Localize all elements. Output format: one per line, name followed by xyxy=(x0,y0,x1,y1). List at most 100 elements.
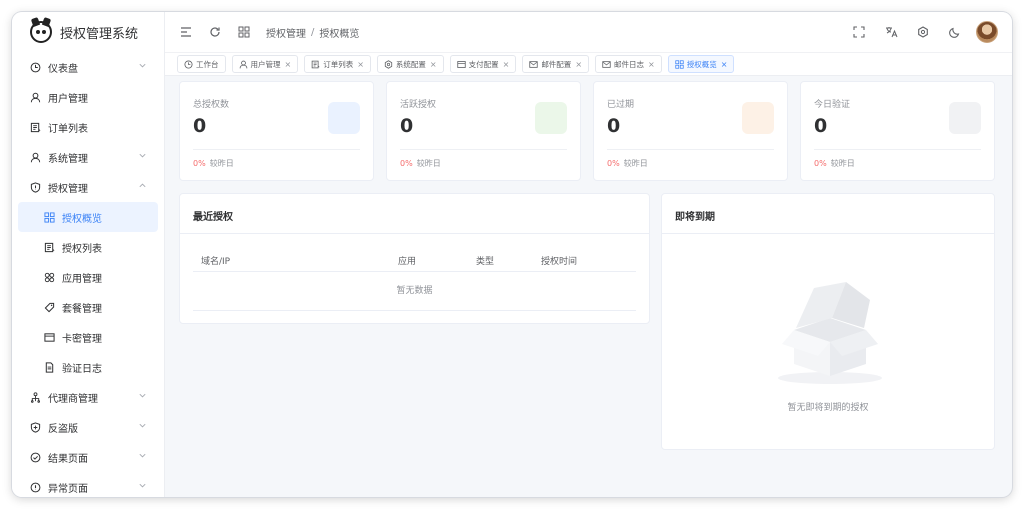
recent-auth-panel: 最近授权 域名/IP 应用 类型 授权时间 暂无数据 xyxy=(179,193,650,324)
sidebar-item-label: 系统管理 xyxy=(48,153,88,165)
grid-icon xyxy=(675,59,684,69)
stat-compare-label: 较昨日 xyxy=(830,159,855,168)
tab-1[interactable]: 用户管理 × xyxy=(231,55,299,73)
tab-close-icon[interactable]: × xyxy=(721,60,728,69)
sidebar-item-10[interactable]: 验证日志 xyxy=(12,352,164,382)
sidebar-item-label: 仪表盘 xyxy=(48,63,78,75)
chevron-down-icon xyxy=(138,451,148,461)
breadcrumb-item-parent[interactable]: 授权管理 xyxy=(266,25,306,40)
sidebar-item-label: 异常页面 xyxy=(48,483,88,495)
stat-card-0: 总授权数 0 0% 较昨日 xyxy=(179,81,374,181)
tab-label: 系统配置 xyxy=(395,59,426,69)
stat-icon-box xyxy=(535,102,567,134)
stat-value: 0 xyxy=(400,115,414,137)
header-actions xyxy=(834,21,998,43)
top-header: 授权管理 / 授权概览 xyxy=(165,12,1012,52)
stat-footer: 0% 较昨日 xyxy=(607,158,648,169)
mail-icon xyxy=(602,60,611,69)
tab-label: 工作台 xyxy=(196,59,219,69)
stat-divider xyxy=(814,149,981,150)
sidebar-item-12[interactable]: 反盗版 xyxy=(12,412,164,442)
sidebar-item-2[interactable]: 订单列表 xyxy=(12,112,164,142)
user-icon xyxy=(29,151,41,163)
tab-5[interactable]: 邮件配置 × xyxy=(522,55,590,73)
sidebar-item-14[interactable]: 异常页面 xyxy=(12,472,164,497)
chevron-up-icon xyxy=(138,181,148,191)
column-domain: 域名/IP xyxy=(201,257,231,267)
settings-gear-icon[interactable] xyxy=(916,25,930,39)
empty-box-icon xyxy=(778,282,882,384)
sidebar-item-4[interactable]: 授权管理 xyxy=(12,172,164,202)
stat-card-1: 活跃授权 0 0% 较昨日 xyxy=(386,81,581,181)
tab-2[interactable]: 订单列表 × xyxy=(304,55,371,73)
user-icon xyxy=(239,60,248,69)
stat-divider xyxy=(193,149,360,150)
list-icon xyxy=(311,60,320,69)
stat-label: 总授权数 xyxy=(193,100,230,110)
stat-compare-label: 较昨日 xyxy=(623,159,648,168)
stat-icon-box xyxy=(949,102,981,134)
sidebar-menu: 仪表盘用户管理订单列表系统管理授权管理授权概览授权列表 应用管理 套餐管理卡密管理验… xyxy=(12,52,164,497)
info-circle-icon xyxy=(29,481,41,493)
sidebar-item-5[interactable]: 授权概览 xyxy=(18,202,158,232)
stat-change-percent: 0% xyxy=(607,159,620,168)
tab-close-icon[interactable]: × xyxy=(430,60,437,69)
sidebar-item-3[interactable]: 系统管理 xyxy=(12,142,164,172)
tab-close-icon[interactable]: × xyxy=(575,60,582,69)
sidebar-item-label: 授权概览 xyxy=(62,213,102,225)
stat-value: 0 xyxy=(193,115,207,137)
column-auth-time: 授权时间 xyxy=(541,257,578,267)
stat-value: 0 xyxy=(607,115,621,137)
sidebar-item-9[interactable]: 卡密管理 xyxy=(12,322,164,352)
user-avatar[interactable] xyxy=(976,21,998,43)
grid-icon xyxy=(43,211,55,223)
stat-label: 今日验证 xyxy=(814,100,851,110)
stat-footer: 0% 较昨日 xyxy=(193,158,234,169)
tab-close-icon[interactable]: × xyxy=(503,60,510,69)
sidebar-item-label: 验证日志 xyxy=(62,363,102,375)
card-icon xyxy=(456,60,466,69)
mail-icon xyxy=(529,60,538,69)
stat-footer: 0% 较昨日 xyxy=(400,158,441,169)
tab-7[interactable]: 授权概览 × xyxy=(667,55,735,73)
sidebar-item-label: 授权管理 xyxy=(48,183,88,195)
sidebar-item-11[interactable]: 代理商管理 xyxy=(12,382,164,412)
grid-icon[interactable] xyxy=(237,25,251,39)
tab-4[interactable]: 支付配置 × xyxy=(449,55,517,73)
sidebar-item-8[interactable]: 套餐管理 xyxy=(12,292,164,322)
dark-mode-moon-icon[interactable] xyxy=(948,25,962,39)
sidebar-item-1[interactable]: 用户管理 xyxy=(12,82,164,112)
list-icon xyxy=(29,121,41,133)
fullscreen-icon[interactable] xyxy=(852,25,866,39)
sidebar-item-13[interactable]: 结果页面 xyxy=(12,442,164,472)
refresh-icon[interactable] xyxy=(208,25,222,39)
tab-0[interactable]: 工作台 xyxy=(177,55,226,73)
sidebar-item-7[interactable]: 应用管理 xyxy=(12,262,164,292)
sidebar-item-label: 卡密管理 xyxy=(62,333,102,345)
shield-icon xyxy=(29,181,41,193)
tab-3[interactable]: 系统配置 × xyxy=(376,55,444,73)
list-icon xyxy=(43,241,55,253)
tab-label: 邮件日志 xyxy=(614,59,645,69)
recent-auth-title: 最近授权 xyxy=(193,212,233,223)
app-window: 授权管理系统 仪表盘 用户管理 订单列表 系统管理 授权管理 授权概览 授权列表 应用管理 套餐… xyxy=(12,12,1012,497)
sidebar-item-label: 代理商管理 xyxy=(48,393,98,405)
chevron-down-icon xyxy=(138,481,148,491)
sidebar-item-0[interactable]: 仪表盘 xyxy=(12,52,164,82)
logo[interactable]: 授权管理系统 xyxy=(12,12,164,52)
sidebar-item-6[interactable]: 授权列表 xyxy=(12,232,164,262)
stat-divider xyxy=(400,149,567,150)
stat-label: 活跃授权 xyxy=(400,100,437,110)
org-icon xyxy=(29,391,41,403)
user-icon xyxy=(29,91,41,103)
table-empty-row: 暂无数据 xyxy=(193,276,636,311)
stat-icon-box xyxy=(328,102,360,134)
translate-icon[interactable] xyxy=(884,25,898,39)
tab-6[interactable]: 邮件日志 × xyxy=(595,55,662,73)
tab-close-icon[interactable]: × xyxy=(648,60,655,69)
tab-close-icon[interactable]: × xyxy=(357,60,364,69)
expiring-title: 即将到期 xyxy=(675,212,715,223)
menu-fold-icon[interactable] xyxy=(179,25,193,39)
tab-close-icon[interactable]: × xyxy=(285,60,292,69)
sidebar-item-label: 用户管理 xyxy=(48,93,88,105)
